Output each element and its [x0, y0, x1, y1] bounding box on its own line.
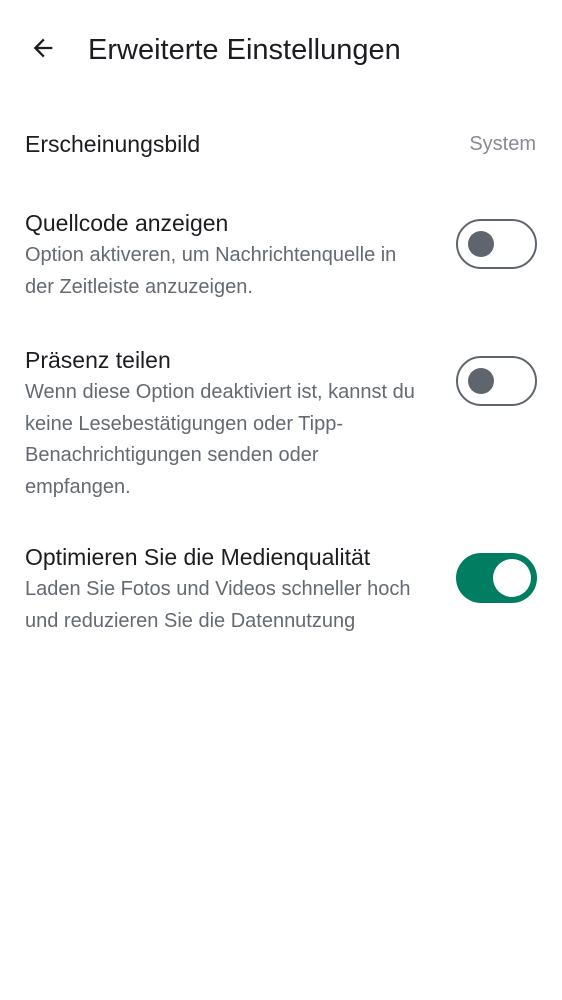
setting-description: Option aktiveren, um Nachrichtenquelle i… — [25, 244, 397, 298]
appearance-setting-row[interactable]: Erscheinungsbild System — [0, 112, 562, 176]
setting-title: Präsenz teilen — [25, 347, 171, 373]
page-title: Erweiterte Einstellungen — [88, 34, 401, 66]
top-app-bar: Erweiterte Einstellungen — [0, 0, 562, 100]
setting-row-share-presence[interactable]: Präsenz teilen Wenn diese Option deaktiv… — [0, 344, 562, 504]
appearance-value: System — [469, 133, 536, 155]
setting-description: Wenn diese Option deaktiviert ist, kanns… — [25, 381, 415, 498]
toggle-knob — [468, 230, 494, 257]
setting-description: Laden Sie Fotos und Videos schneller hoc… — [25, 578, 411, 632]
share-presence-toggle[interactable] — [456, 356, 537, 406]
arrow-left-icon — [29, 34, 57, 67]
media-quality-toggle[interactable] — [456, 553, 537, 603]
setting-title: Optimieren Sie die Medienqualität — [25, 544, 371, 570]
setting-row-media-quality[interactable]: Optimieren Sie die Medienqualität Laden … — [0, 541, 562, 671]
setting-row-show-source[interactable]: Quellcode anzeigen Option aktiveren, um … — [0, 207, 562, 307]
appearance-label: Erscheinungsbild — [25, 131, 201, 157]
toggle-knob — [493, 559, 531, 597]
show-source-toggle[interactable] — [456, 219, 537, 269]
toggle-knob — [468, 367, 494, 394]
back-button[interactable] — [22, 29, 64, 71]
setting-title: Quellcode anzeigen — [25, 210, 229, 236]
advanced-settings-screen: Erweiterte Einstellungen Erscheinungsbil… — [0, 0, 562, 1000]
